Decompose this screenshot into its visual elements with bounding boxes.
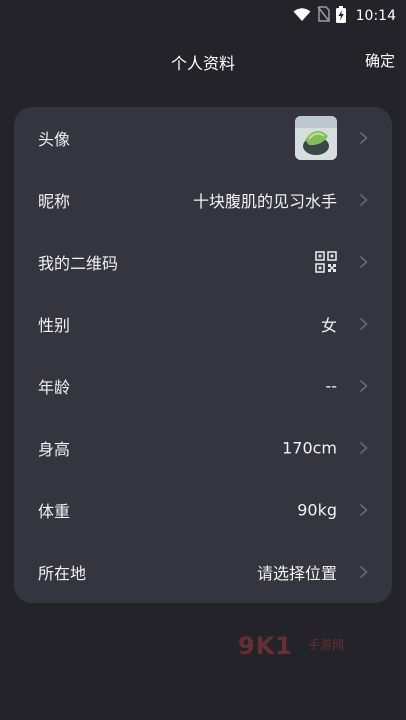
row-value: 170cm — [282, 438, 337, 458]
row-qr-code[interactable]: 我的二维码 — [14, 231, 392, 293]
row-height[interactable]: 身高 170cm — [14, 417, 392, 479]
chevron-right-icon — [359, 317, 368, 331]
row-label: 头像 — [38, 130, 71, 149]
status-time: 10:14 — [355, 8, 396, 24]
battery-charging-icon — [335, 5, 346, 27]
chevron-right-icon — [359, 565, 368, 579]
row-avatar[interactable]: 头像 — [14, 107, 392, 169]
row-label: 我的二维码 — [38, 254, 119, 273]
chevron-right-icon — [359, 131, 368, 145]
header: 个人资料 确定 — [0, 44, 406, 80]
row-label: 所在地 — [38, 564, 87, 583]
page-title: 个人资料 — [170, 54, 235, 73]
watermark-number: 9K1 — [238, 632, 293, 660]
status-icons: 10:14 — [293, 5, 396, 27]
row-label: 昵称 — [38, 192, 71, 211]
status-bar: 10:14 — [0, 0, 406, 32]
wifi-icon — [293, 7, 311, 26]
confirm-button[interactable]: 确定 — [365, 50, 395, 71]
profile-card: 头像 昵称 十块腹肌的见习水手 我的二维码 性别 女 年龄 -- 身高 170c… — [14, 107, 392, 603]
row-gender[interactable]: 性别 女 — [14, 293, 392, 355]
row-location[interactable]: 所在地 请选择位置 — [14, 541, 392, 603]
row-value: 女 — [320, 316, 337, 335]
row-nickname[interactable]: 昵称 十块腹肌的见习水手 — [14, 169, 392, 231]
qr-code-icon — [315, 251, 337, 273]
row-label: 体重 — [38, 502, 71, 521]
watermark-logo: 9K1 手游网 — [238, 632, 358, 662]
row-age[interactable]: 年龄 -- — [14, 355, 392, 417]
row-label: 年龄 — [38, 378, 71, 397]
row-label: 性别 — [38, 316, 71, 335]
chevron-right-icon — [359, 503, 368, 517]
avatar[interactable] — [295, 116, 337, 160]
row-value: 十块腹肌的见习水手 — [192, 192, 337, 211]
chevron-right-icon — [359, 379, 368, 393]
chevron-right-icon — [359, 441, 368, 455]
row-weight[interactable]: 体重 90kg — [14, 479, 392, 541]
row-value: 90kg — [297, 500, 337, 520]
row-label: 身高 — [38, 440, 71, 459]
no-sim-icon — [317, 6, 330, 26]
row-value: -- — [325, 376, 337, 396]
row-value: 请选择位置 — [256, 564, 337, 583]
chevron-right-icon — [359, 255, 368, 269]
chevron-right-icon — [359, 193, 368, 207]
watermark-text: 手游网 — [308, 638, 345, 652]
